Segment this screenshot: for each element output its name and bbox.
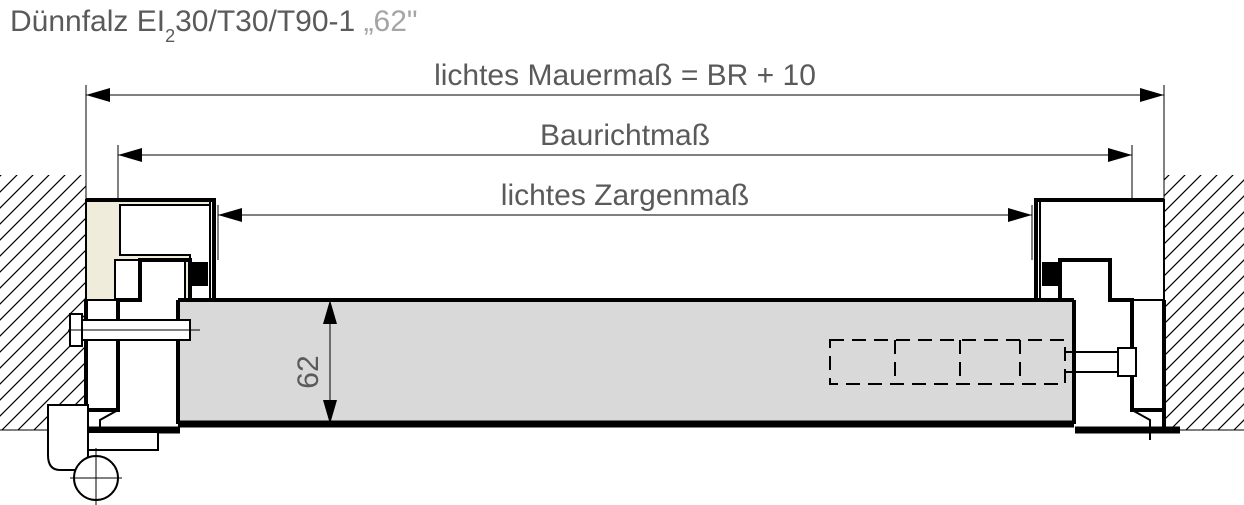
dim-middle-label: Baurichtmaß bbox=[540, 119, 710, 152]
dim-thickness-label: 62 bbox=[292, 355, 325, 388]
seal-right bbox=[1042, 262, 1060, 286]
dim-outer-label: lichtes Mauermaß = BR + 10 bbox=[434, 59, 816, 92]
diagram-svg: lichtes Mauermaß = BR + 10 Baurichtmaß l… bbox=[0, 0, 1244, 505]
dimension-outer: lichtes Mauermaß = BR + 10 bbox=[86, 59, 1164, 175]
seal-left bbox=[190, 262, 208, 286]
wall-right bbox=[1164, 175, 1244, 430]
dimension-inner: lichtes Zargenmaß bbox=[218, 179, 1032, 260]
wall-left bbox=[0, 175, 86, 430]
dim-inner-label: lichtes Zargenmaß bbox=[501, 179, 749, 212]
